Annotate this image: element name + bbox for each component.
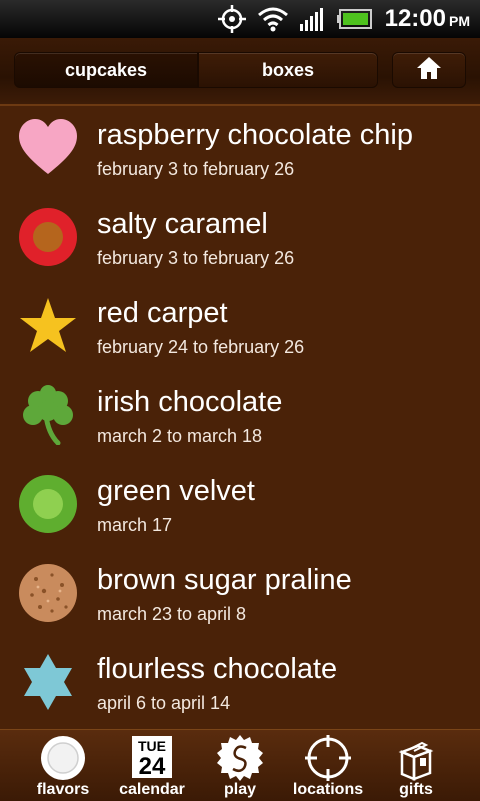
list-item[interactable]: red carpet february 24 to february 26: [0, 284, 480, 373]
list-item[interactable]: brown sugar praline march 23 to april 8: [0, 551, 480, 640]
status-bar: 12:00 PM: [0, 0, 480, 38]
flavor-dates: march 17: [97, 515, 173, 535]
flavor-list: raspberry chocolate chip february 3 to f…: [0, 106, 480, 729]
flavor-dates: march 23 to april 8: [97, 604, 247, 624]
home-icon: [416, 56, 442, 85]
segmented-header: cupcakes boxes: [0, 38, 480, 106]
flavor-name: flourless chocolate: [97, 653, 338, 685]
bottom-tab-bar: flavors TUE 24 calendar play locations g…: [0, 729, 480, 801]
list-item[interactable]: flourless chocolate april 6 to april 14: [0, 640, 480, 729]
calendar-day: TUE: [138, 738, 166, 754]
gift-box-icon: [392, 734, 440, 782]
tab-locations[interactable]: locations: [280, 730, 376, 801]
shamrock-icon: [18, 385, 78, 446]
tab-flavors[interactable]: flavors: [15, 730, 111, 801]
tab-label: calendar: [119, 781, 185, 798]
gps-icon: [217, 4, 247, 34]
flavor-name: red carpet: [97, 297, 228, 329]
battery-icon: [336, 8, 373, 30]
signal-icon: [299, 6, 327, 32]
list-item[interactable]: green velvet march 17: [0, 462, 480, 551]
flavor-name: raspberry chocolate chip: [97, 119, 413, 151]
tab-label: locations: [292, 781, 364, 798]
flavor-dates: april 6 to april 14: [97, 693, 231, 713]
calendar-date: 24: [139, 753, 166, 780]
list-item[interactable]: salty caramel february 3 to february 26: [0, 195, 480, 284]
flavor-name: brown sugar praline: [97, 564, 352, 596]
flavor-dates: march 2 to march 18: [97, 426, 263, 446]
tab-gifts[interactable]: gifts: [368, 730, 464, 801]
clock: 12:00 PM: [384, 5, 470, 32]
flavor-dates: february 3 to february 26: [97, 248, 295, 268]
tab-label: gifts: [399, 781, 433, 798]
flavor-dates: february 3 to february 26: [97, 159, 295, 179]
tab-label: flavors: [36, 781, 90, 798]
flavors-circle-icon: [39, 734, 87, 782]
list-item[interactable]: raspberry chocolate chip february 3 to f…: [0, 106, 480, 195]
heart-icon: [18, 118, 78, 178]
flavor-dates: february 24 to february 26: [97, 337, 305, 357]
ring-icon: [18, 207, 78, 267]
flavor-name: irish chocolate: [97, 386, 283, 418]
flavor-name: green velvet: [97, 475, 255, 507]
flavor-name: salty caramel: [97, 208, 268, 240]
tab-cupcakes[interactable]: cupcakes: [14, 52, 198, 88]
play-badge-icon: [216, 734, 264, 782]
home-button[interactable]: [392, 52, 466, 88]
green-circle-icon: [18, 474, 78, 534]
tab-calendar[interactable]: TUE 24 calendar: [104, 730, 200, 801]
crosshair-icon: [304, 734, 352, 782]
tab-boxes[interactable]: boxes: [198, 52, 378, 88]
list-item[interactable]: irish chocolate march 2 to march 18: [0, 373, 480, 462]
praline-cookie-icon: [18, 563, 78, 623]
wifi-icon: [257, 6, 289, 32]
tab-label: play: [223, 781, 256, 798]
tab-play[interactable]: play: [192, 730, 288, 801]
star-icon: [18, 296, 78, 356]
calendar-icon: TUE 24: [128, 734, 176, 782]
six-point-star-icon: [18, 652, 78, 712]
